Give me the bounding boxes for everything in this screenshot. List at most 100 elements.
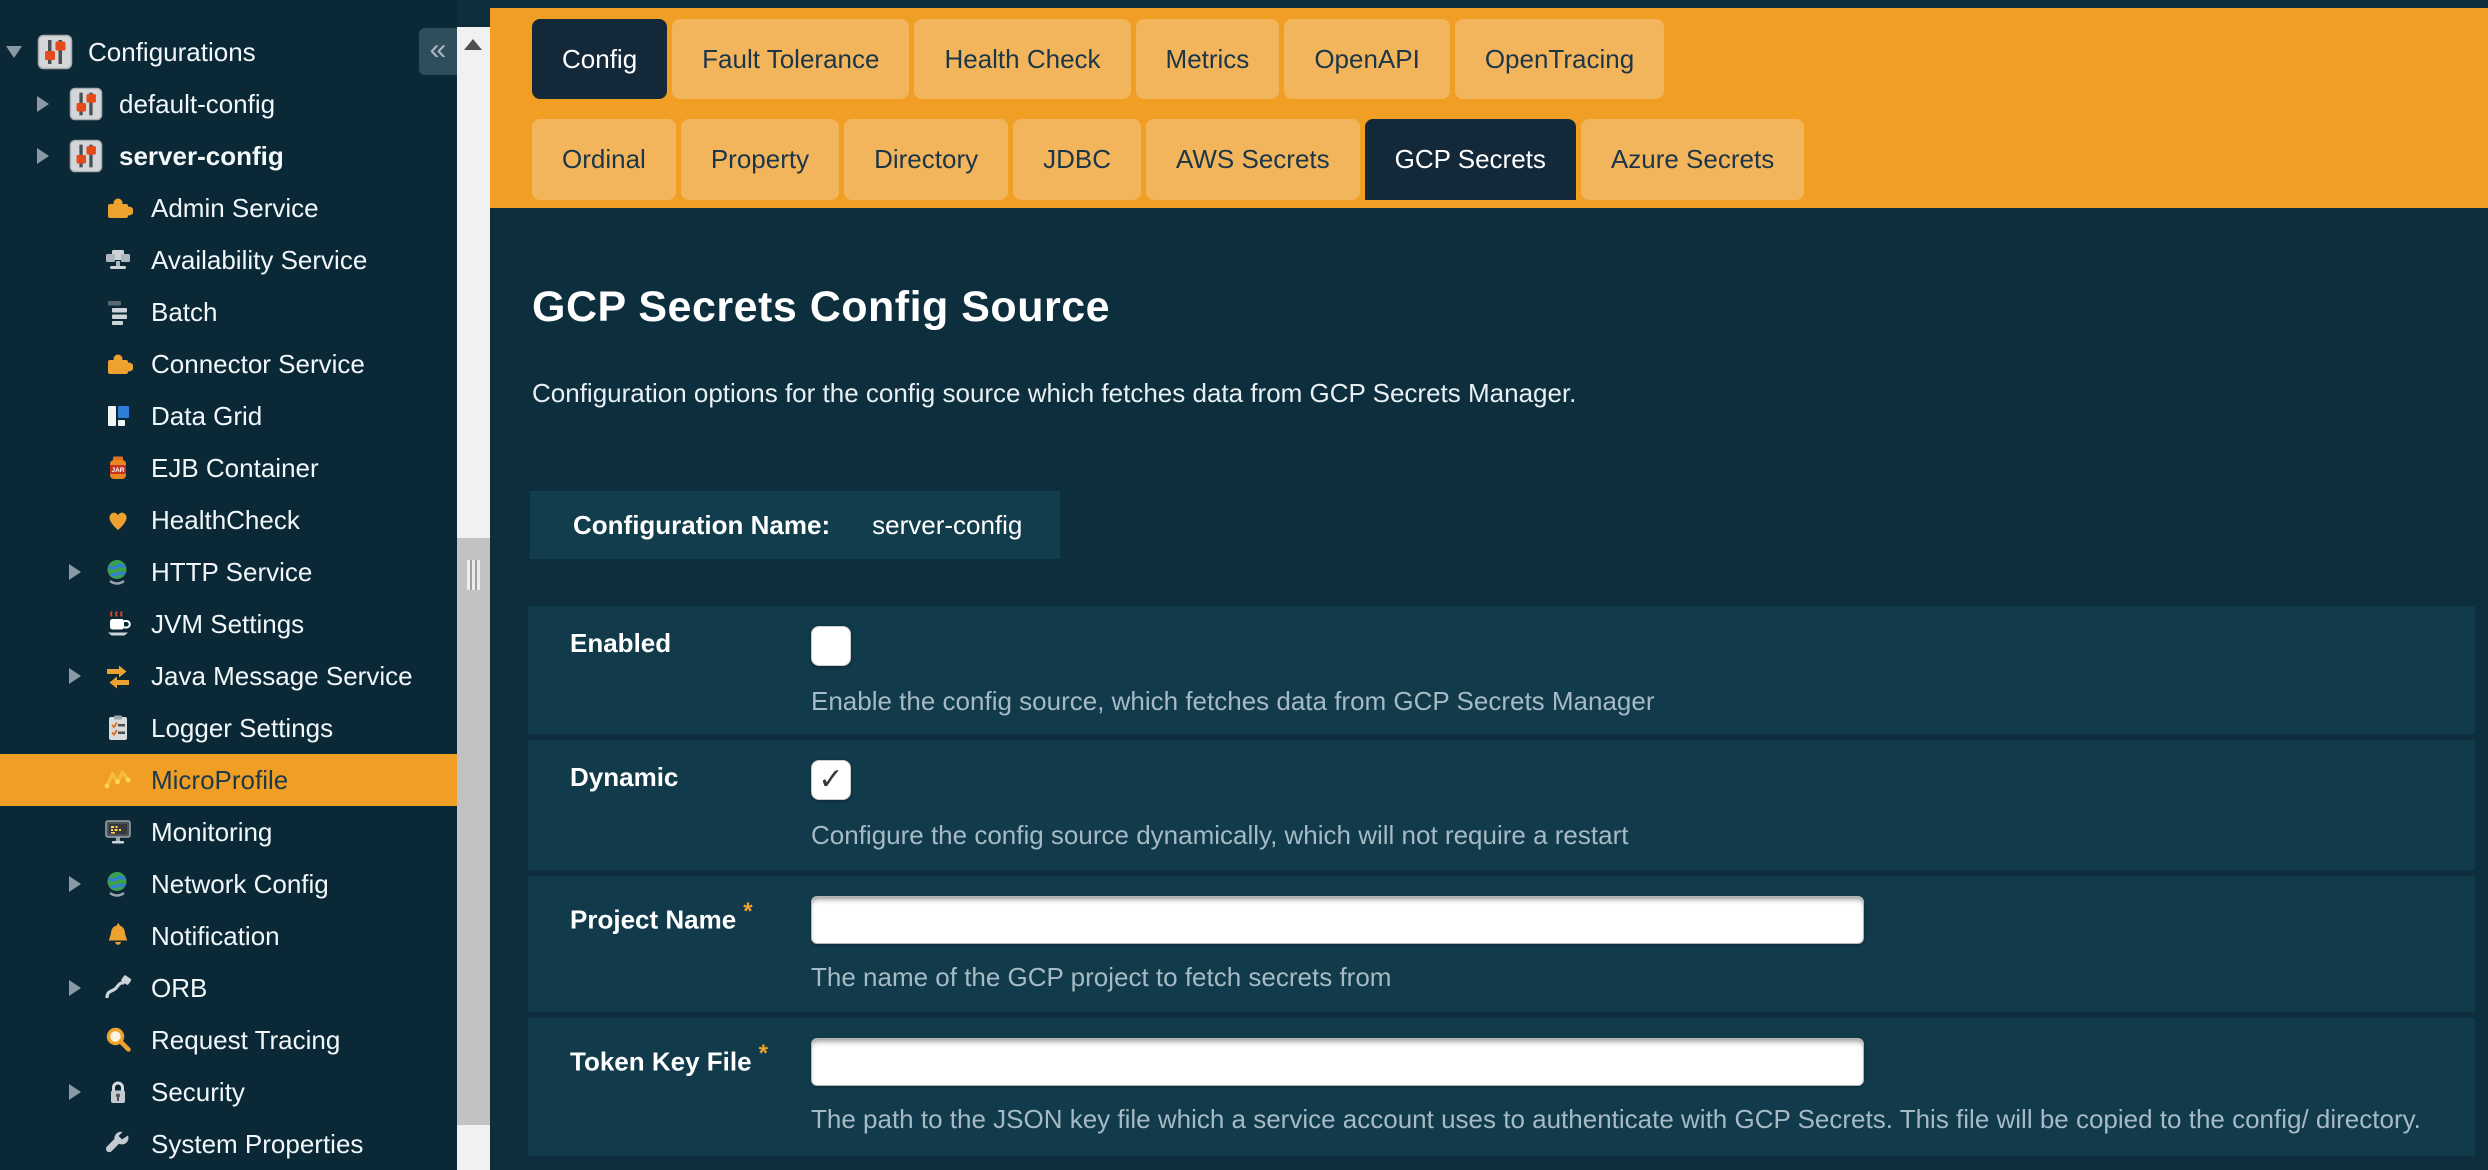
sidebar-item-healthcheck[interactable]: HealthCheck — [0, 494, 457, 546]
globe-icon — [99, 869, 136, 899]
sidebar-scrollbar[interactable] — [457, 27, 490, 1170]
sidebar-item-configurations[interactable]: Configurations — [0, 26, 457, 78]
sidebar-item-connector-service[interactable]: Connector Service — [0, 338, 457, 390]
configuration-name-label: Configuration Name: — [573, 510, 830, 541]
tree-item-label: Network Config — [151, 869, 329, 900]
collapsed-arrow-icon[interactable] — [69, 1084, 95, 1100]
monitor-icon — [99, 817, 136, 847]
tab-openapi[interactable]: OpenAPI — [1284, 19, 1450, 99]
tree-item-label: JVM Settings — [151, 609, 304, 640]
puzzle-icon — [99, 349, 136, 379]
required-mark: * — [743, 898, 752, 925]
sidebar-item-request-tracing[interactable]: Request Tracing — [0, 1014, 457, 1066]
plug-cable-icon — [99, 973, 136, 1003]
tab-config[interactable]: Config — [532, 19, 667, 99]
collapsed-arrow-icon[interactable] — [69, 876, 95, 892]
tab-fault-tolerance[interactable]: Fault Tolerance — [672, 19, 909, 99]
tab-azure-secrets[interactable]: Azure Secrets — [1581, 119, 1804, 200]
tab-ordinal[interactable]: Ordinal — [532, 119, 676, 200]
page-description: Configuration options for the config sou… — [532, 378, 1576, 409]
scrollbar-thumb[interactable] — [457, 538, 490, 1125]
heart-icon — [99, 505, 136, 535]
enabled-checkbox[interactable] — [811, 626, 851, 666]
collapsed-arrow-icon[interactable] — [69, 980, 95, 996]
sidebar-item-jvm-settings[interactable]: JVM Settings — [0, 598, 457, 650]
sidebar-item-availability-service[interactable]: Availability Service — [0, 234, 457, 286]
tab-jdbc[interactable]: JDBC — [1013, 119, 1141, 200]
sidebar-item-logger-settings[interactable]: Logger Settings — [0, 702, 457, 754]
up-triangle-icon — [464, 39, 482, 50]
project-name-input[interactable] — [811, 896, 1864, 944]
configuration-name-value: server-config — [872, 510, 1022, 541]
sidebar-item-data-grid[interactable]: Data Grid — [0, 390, 457, 442]
tab-property[interactable]: Property — [681, 119, 839, 200]
sidebar-item-java-message-service[interactable]: Java Message Service — [0, 650, 457, 702]
page-title: GCP Secrets Config Source — [532, 283, 1110, 332]
tab-health-check[interactable]: Health Check — [914, 19, 1130, 99]
svg-text:JAR: JAR — [111, 467, 124, 474]
sidebar-item-batch[interactable]: Batch — [0, 286, 457, 338]
collapsed-arrow-icon[interactable] — [37, 148, 63, 164]
sidebar-item-security[interactable]: Security — [0, 1066, 457, 1118]
tree-item-label: Configurations — [88, 37, 256, 68]
field-help-text: The path to the JSON key file which a se… — [811, 1104, 2421, 1135]
collapsed-arrow-icon[interactable] — [69, 668, 95, 684]
dynamic-checkbox[interactable]: ✓ — [811, 760, 851, 800]
microprofile-icon — [99, 765, 136, 795]
wrench-icon — [99, 1129, 136, 1159]
sidebar-item-admin-service[interactable]: Admin Service — [0, 182, 457, 234]
field-row-project-name: Project Name* The name of the GCP projec… — [528, 876, 2475, 1012]
tab-aws-secrets[interactable]: AWS Secrets — [1146, 119, 1360, 200]
expanded-arrow-icon[interactable] — [6, 46, 32, 58]
sliders-icon — [67, 87, 104, 121]
tree-item-label: Request Tracing — [151, 1025, 340, 1056]
tree-item-label: HealthCheck — [151, 505, 300, 536]
tree-item-label: EJB Container — [151, 453, 319, 484]
exchange-arrows-icon — [99, 661, 136, 691]
tree-item-label: Security — [151, 1077, 245, 1108]
tree-item-label: Logger Settings — [151, 713, 333, 744]
tree-item-label: Java Message Service — [151, 661, 413, 692]
sidebar-item-default-config[interactable]: default-config — [0, 78, 457, 130]
scrollbar-up-arrow[interactable] — [457, 27, 490, 61]
scrollbar-grip-icon — [467, 560, 480, 590]
sidebar-item-server-config[interactable]: server-config — [0, 130, 457, 182]
sidebar-item-orb[interactable]: ORB — [0, 962, 457, 1014]
token-key-file-input[interactable] — [811, 1038, 1864, 1086]
primary-tabs: Config Fault Tolerance Health Check Metr… — [532, 19, 1664, 99]
tree-item-label: MicroProfile — [151, 765, 288, 796]
sidebar-item-notification[interactable]: Notification — [0, 910, 457, 962]
tab-gcp-secrets[interactable]: GCP Secrets — [1365, 119, 1576, 200]
sidebar-item-system-properties[interactable]: System Properties — [0, 1118, 457, 1170]
check-mark-icon: ✓ — [818, 765, 843, 795]
jar-icon: JAR — [99, 453, 136, 483]
coffee-cup-icon — [99, 609, 136, 639]
tab-directory[interactable]: Directory — [844, 119, 1008, 200]
sliders-icon — [67, 139, 104, 173]
tree-item-label: Connector Service — [151, 349, 365, 380]
sidebar: Configurations default-config server-con… — [0, 0, 457, 1170]
field-row-enabled: Enabled Enable the config source, which … — [528, 606, 2475, 734]
list-bars-icon — [99, 297, 136, 327]
sidebar-item-monitoring[interactable]: Monitoring — [0, 806, 457, 858]
sidebar-collapse-button[interactable]: « — [419, 28, 457, 75]
magnifier-icon — [99, 1025, 136, 1055]
sidebar-item-http-service[interactable]: HTTP Service — [0, 546, 457, 598]
sidebar-item-network-config[interactable]: Network Config — [0, 858, 457, 910]
collapsed-arrow-icon[interactable] — [69, 564, 95, 580]
field-label: Project Name* — [570, 898, 753, 936]
configuration-name-strip: Configuration Name: server-config — [530, 491, 1060, 559]
server-cluster-icon — [99, 245, 136, 275]
collapsed-arrow-icon[interactable] — [37, 96, 63, 112]
field-row-dynamic: Dynamic ✓ Configure the config source dy… — [528, 740, 2475, 870]
sidebar-item-ejb-container[interactable]: JAR EJB Container — [0, 442, 457, 494]
sidebar-item-microprofile[interactable]: MicroProfile — [0, 754, 457, 806]
tree-item-label: System Properties — [151, 1129, 363, 1160]
tab-metrics[interactable]: Metrics — [1136, 19, 1280, 99]
tree-item-label: HTTP Service — [151, 557, 312, 588]
form: Enabled Enable the config source, which … — [528, 606, 2475, 1162]
field-help-text: Enable the config source, which fetches … — [811, 686, 1655, 717]
field-row-token-key-file: Token Key File* The path to the JSON key… — [528, 1018, 2475, 1156]
tab-opentracing[interactable]: OpenTracing — [1455, 19, 1664, 99]
tree-item-label: Monitoring — [151, 817, 272, 848]
